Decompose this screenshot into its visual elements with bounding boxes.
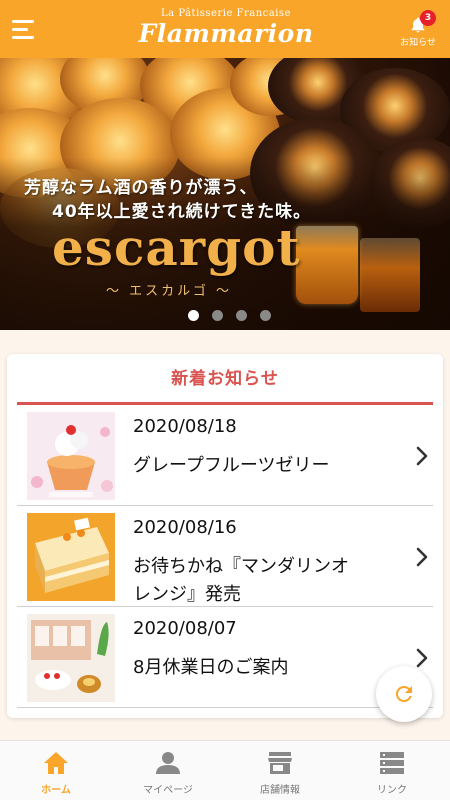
banner-title: escargot: [52, 218, 301, 277]
banner-copy-line1: 芳醇なラム酒の香りが漂う、: [24, 178, 258, 198]
menu-icon[interactable]: [12, 18, 36, 40]
refresh-icon: [395, 685, 412, 702]
nav-links-label: リンク: [377, 785, 407, 796]
chevron-right-icon: [416, 446, 428, 466]
chevron-right-icon: [416, 547, 428, 567]
nav-store-info[interactable]: 店舗情報: [224, 741, 336, 800]
list-icon: [380, 752, 404, 774]
carousel-dot-4[interactable]: [260, 310, 271, 321]
notification-badge: 3: [420, 10, 436, 26]
hero-banner[interactable]: 芳醇なラム酒の香りが漂う、 40年以上愛され続けてきた味。 escargot ～…: [0, 58, 450, 330]
nav-store-info-label: 店舗情報: [260, 785, 300, 796]
store-icon: [268, 752, 292, 774]
carousel-dot-3[interactable]: [236, 310, 247, 321]
app-header: La Pâtisserie Francaise Flammarion お知らせ …: [0, 0, 450, 58]
logo-wordmark: Flammarion: [138, 19, 314, 48]
home-icon: [44, 752, 68, 774]
nav-mypage-label: マイページ: [143, 785, 193, 796]
news-item[interactable]: 2020/08/16 お待ちかね『マンダリンオレンジ』発売: [17, 507, 433, 607]
news-title-divider: [17, 402, 433, 405]
news-date: 2020/08/18: [133, 416, 237, 437]
news-title: 8月休業日のご案内: [133, 657, 289, 678]
news-thumbnail-shop-holiday: [27, 614, 115, 702]
nav-links[interactable]: リンク: [336, 741, 448, 800]
notification-label: お知らせ: [400, 38, 436, 48]
news-item[interactable]: 2020/08/07 8月休業日のご案内: [17, 608, 433, 708]
carousel-dot-2[interactable]: [212, 310, 223, 321]
news-card: 新着お知らせ 2020/08/18 グレープフルーツゼリー 2020/08/16…: [7, 354, 443, 718]
notification-button[interactable]: お知らせ 3: [396, 10, 440, 52]
news-thumbnail-grapefruit-jelly: [27, 412, 115, 500]
news-thumbnail-mandarin-cake: [27, 513, 115, 601]
news-title: グレープフルーツゼリー: [133, 455, 330, 476]
carousel-indicators: [188, 306, 284, 321]
news-item[interactable]: 2020/08/18 グレープフルーツゼリー: [17, 406, 433, 506]
banner-catchcopy: 芳醇なラム酒の香りが漂う、 40年以上愛され続けてきた味。: [24, 176, 324, 224]
chevron-right-icon: [416, 648, 428, 668]
nav-home-label: ホーム: [41, 785, 71, 796]
news-date: 2020/08/07: [133, 618, 237, 639]
user-icon: [156, 752, 180, 774]
news-title: お待ちかね『マンダリンオレンジ』発売: [133, 556, 349, 605]
news-date: 2020/08/16: [133, 517, 237, 538]
banner-subtitle: ～ エスカルゴ ～: [106, 284, 233, 299]
news-section-title: 新着お知らせ: [171, 369, 279, 389]
nav-home[interactable]: ホーム: [0, 741, 112, 800]
bottom-navigation: ホーム マイページ 店舗情報 リンク: [0, 740, 450, 800]
refresh-button[interactable]: [376, 666, 432, 722]
nav-mypage[interactable]: マイページ: [112, 741, 224, 800]
brand-logo: La Pâtisserie Francaise Flammarion: [136, 8, 316, 52]
carousel-dot-1[interactable]: [188, 310, 199, 321]
